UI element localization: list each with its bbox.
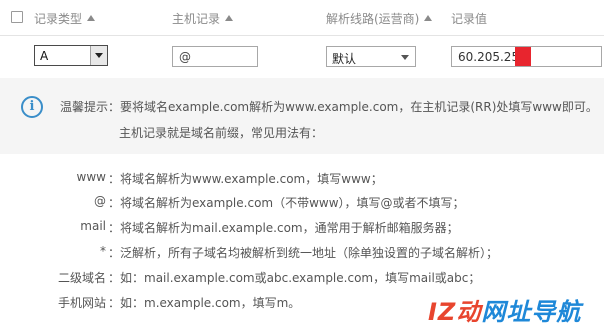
usage-desc: ：将域名解析为example.com（不带www），填写@或者不填写； xyxy=(108,196,465,210)
usage-desc: ：如：mail.example.com或abc.example.com，填写ma… xyxy=(108,271,481,285)
chevron-down-icon xyxy=(401,55,409,60)
usage-desc: ：将域名解析为mail.example.com，通常用于解析邮箱服务器； xyxy=(108,221,459,235)
column-header-value[interactable]: 记录值 xyxy=(451,10,487,27)
usage-label: @ xyxy=(94,194,106,208)
resolve-line-select[interactable]: 默认 xyxy=(326,46,416,67)
column-header-line[interactable]: 解析线路(运营商) xyxy=(326,10,433,27)
usage-desc: ：将域名解析为www.example.com，填写www； xyxy=(108,172,383,186)
tip-text: 温馨提示：要将域名example.com解析为www.example.com，在… xyxy=(60,100,598,114)
chevron-down-icon[interactable] xyxy=(90,46,107,65)
host-record-input[interactable]: @ xyxy=(172,46,258,67)
sort-up-icon xyxy=(225,15,234,21)
usage-desc: ：泛解析，所有子域名均被解析到统一地址（除单独设置的子域名解析）； xyxy=(108,246,499,260)
sort-up-icon xyxy=(424,15,433,21)
table-header: 记录类型 主机记录 解析线路(运营商) 记录值 xyxy=(0,0,604,36)
select-all-checkbox[interactable] xyxy=(11,11,23,23)
tip-subtext: 主机记录就是域名前缀，常见用法有： xyxy=(119,126,324,140)
usage-label: mail xyxy=(80,219,106,233)
column-header-type[interactable]: 记录类型 xyxy=(34,10,96,27)
column-header-host[interactable]: 主机记录 xyxy=(172,10,234,27)
record-edit-row: A @ 默认 60.205.25. xyxy=(0,36,604,78)
usage-label: 二级域名 xyxy=(57,271,106,285)
record-type-select[interactable]: A xyxy=(34,45,108,66)
usage-label: * xyxy=(100,244,106,258)
redaction-mark xyxy=(515,47,531,66)
usage-label: www xyxy=(76,170,106,184)
info-icon: i xyxy=(21,96,43,118)
usage-desc: ：如：m.example.com，填写m。 xyxy=(108,296,301,310)
tip-panel: i 温馨提示：要将域名example.com解析为www.example.com… xyxy=(0,78,604,154)
watermark-logo: IZ动网址导航 xyxy=(428,298,582,326)
sort-up-icon xyxy=(87,15,96,21)
usage-label: 手机网站 xyxy=(57,296,106,310)
